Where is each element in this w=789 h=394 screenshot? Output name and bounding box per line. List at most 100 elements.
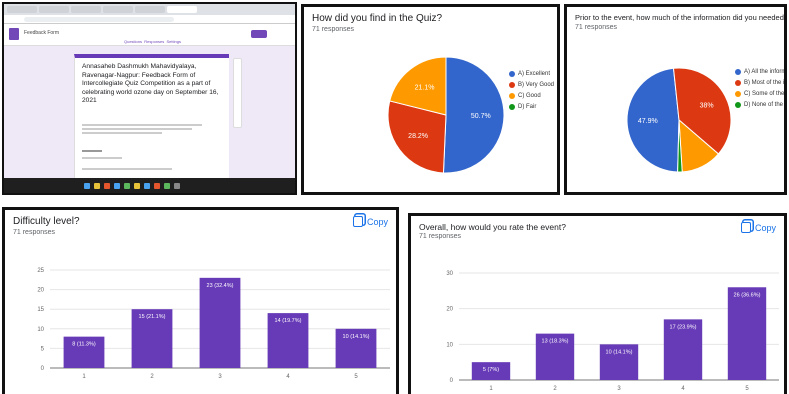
- bar-chart-rating-panel: Overall, how would you rate the event? 7…: [408, 213, 787, 394]
- form-title[interactable]: Annasaheb Dashmukh Mahavidyalaya, Ravena…: [82, 63, 227, 106]
- question-line: [82, 157, 122, 159]
- y-tick-label: 20: [37, 288, 44, 294]
- legend-swatch: [509, 104, 515, 110]
- taskbar-icon[interactable]: [84, 182, 90, 189]
- x-tick-label: 3: [617, 386, 621, 392]
- form-tabs: Questions Responses Settings: [124, 39, 181, 44]
- taskbar-icon[interactable]: [164, 182, 170, 189]
- browser-tab-active[interactable]: [167, 6, 197, 13]
- pie-chart-quiz-panel: How did you find in the Quiz? 71 respons…: [301, 4, 560, 195]
- legend-item[interactable]: A) All the information: [735, 69, 784, 75]
- bar-data-label: 15 (21.1%): [139, 314, 166, 320]
- legend-label: D) None of the information: [744, 102, 787, 108]
- forms-logo-icon: [9, 28, 19, 40]
- x-tick-label: 1: [489, 386, 493, 392]
- legend-label: C) Some of the information: [744, 91, 785, 97]
- y-tick-label: 25: [37, 268, 44, 274]
- legend-item[interactable]: B) Very Good: [509, 82, 554, 88]
- x-tick-label: 2: [553, 386, 557, 392]
- browser-tab[interactable]: [135, 6, 165, 13]
- pie-chart-info-panel: Prior to the event, how much of the info…: [564, 4, 787, 195]
- tab-responses[interactable]: Responses: [144, 39, 164, 44]
- taskbar-icon[interactable]: [94, 182, 100, 189]
- taskbar-icon[interactable]: [124, 182, 130, 189]
- legend-swatch: [735, 102, 741, 108]
- legend-label: D) Fair: [518, 104, 537, 110]
- form-name: Feedback Form: [24, 30, 60, 36]
- y-tick-label: 10: [446, 342, 453, 348]
- bar-data-label: 8 (11.3%): [72, 342, 96, 348]
- slice-label: 47.9%: [638, 118, 658, 125]
- y-tick-label: 0: [41, 366, 45, 372]
- bar-data-label: 10 (14.1%): [606, 349, 633, 355]
- y-tick-label: 0: [450, 378, 454, 384]
- address-bar[interactable]: [4, 15, 295, 24]
- legend-item[interactable]: B) Most of the information: [735, 80, 784, 86]
- taskbar-icon[interactable]: [154, 182, 160, 189]
- legend-label: C) Good: [518, 93, 541, 99]
- taskbar-icon[interactable]: [174, 182, 180, 189]
- form-side-toolbar[interactable]: [233, 58, 242, 128]
- chart-legend: A) Excellent B) Very Good C) Good D) Fair: [509, 71, 554, 115]
- taskbar-icon[interactable]: [104, 182, 110, 189]
- form-screenshot: Feedback Form Questions Responses Settin…: [2, 2, 297, 195]
- legend-swatch: [509, 93, 515, 99]
- tab-settings[interactable]: Settings: [167, 39, 181, 44]
- chart-legend: A) All the information B) Most of the inf…: [735, 69, 787, 113]
- x-tick-label: 1: [82, 374, 86, 380]
- taskbar-icon[interactable]: [114, 182, 120, 189]
- y-tick-label: 15: [37, 307, 44, 313]
- slice-label: 38%: [700, 103, 714, 110]
- y-tick-label: 20: [446, 307, 453, 313]
- x-tick-label: 5: [745, 386, 749, 392]
- description-line: [82, 132, 162, 134]
- description-line: [82, 128, 192, 130]
- legend-item[interactable]: D) Fair: [509, 104, 554, 110]
- bar-data-label: 5 (7%): [483, 367, 499, 373]
- legend-label: A) Excellent: [518, 71, 551, 77]
- bar-data-label: 26 (36.6%): [734, 292, 761, 298]
- bar-chart-difficulty-panel: Difficulty level? 71 responses Copy 0 5 10…: [2, 207, 399, 394]
- tab-questions[interactable]: Questions: [124, 39, 142, 44]
- bar-chart: 0 5 10 15 20 25 8 (11.3%) 1 15 (21.1%) 2 23 (32.4%…: [37, 268, 390, 380]
- taskbar-icon[interactable]: [144, 182, 150, 189]
- taskbar-icon[interactable]: [134, 182, 140, 189]
- bar-data-label: 14 (19.7%): [275, 318, 302, 324]
- browser-tab[interactable]: [103, 6, 133, 13]
- bar[interactable]: [199, 277, 241, 368]
- browser-tab[interactable]: [39, 6, 69, 13]
- description-line: [82, 124, 202, 126]
- windows-taskbar: [4, 178, 295, 193]
- legend-item[interactable]: C) Good: [509, 93, 554, 99]
- form-header-bar: Feedback Form Questions Responses Settin…: [4, 24, 295, 46]
- y-tick-label: 10: [37, 327, 44, 333]
- bar-data-label: 23 (32.4%): [207, 283, 234, 289]
- legend-swatch: [735, 69, 741, 75]
- y-tick-label: 30: [446, 271, 453, 277]
- y-tick-label: 5: [41, 346, 45, 352]
- legend-label: B) Very Good: [518, 82, 555, 88]
- legend-item[interactable]: A) Excellent: [509, 71, 554, 77]
- x-tick-label: 4: [681, 386, 685, 392]
- browser-tab[interactable]: [71, 6, 101, 13]
- bar[interactable]: [727, 287, 767, 380]
- send-button[interactable]: [251, 30, 267, 38]
- legend-swatch: [509, 82, 515, 88]
- x-tick-label: 5: [354, 374, 358, 380]
- x-tick-label: 4: [286, 374, 290, 380]
- browser-tab[interactable]: [7, 6, 37, 13]
- x-tick-label: 3: [218, 374, 222, 380]
- form-title-card: Annasaheb Dashmukh Mahavidyalaya, Ravena…: [74, 54, 229, 182]
- slice-label: 50.7%: [471, 113, 491, 120]
- legend-swatch: [509, 71, 515, 77]
- url-field[interactable]: [24, 17, 174, 22]
- bar-data-label: 10 (14.1%): [343, 334, 370, 340]
- bar-data-label: 17 (23.9%): [670, 324, 697, 330]
- legend-swatch: [735, 80, 741, 86]
- legend-item[interactable]: C) Some of the information: [735, 91, 785, 97]
- slice-label: 21.1%: [415, 85, 435, 92]
- bar-chart: 0 10 20 30 5 (7%) 1 13 (18.3%) 2 10 (14.1%) 3 17 (…: [446, 271, 779, 392]
- slice-label: 28.2%: [408, 133, 428, 140]
- legend-item[interactable]: D) None of the information: [735, 102, 787, 108]
- question-label-line: [82, 150, 102, 152]
